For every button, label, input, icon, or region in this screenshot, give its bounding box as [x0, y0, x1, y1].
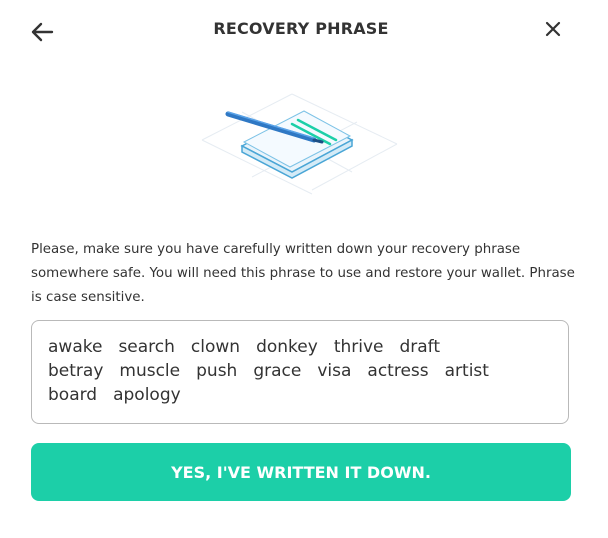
header: RECOVERY PHRASE: [0, 0, 608, 60]
phrase-word: awake: [48, 337, 103, 357]
phrase-word: draft: [399, 337, 441, 357]
phrase-word-list: awake search clown donkey thrive draft betray m…: [48, 335, 518, 407]
phrase-word: muscle: [119, 361, 181, 381]
phrase-word: board: [48, 385, 98, 405]
recovery-phrase-box[interactable]: awake search clown donkey thrive draft betray m…: [31, 320, 569, 424]
notepad-with-pen-icon: [201, 93, 398, 195]
instruction-text: Please, make sure you have carefully wri…: [31, 242, 575, 305]
phrase-word: apology: [113, 385, 181, 405]
confirm-written-button[interactable]: YES, I'VE WRITTEN IT DOWN.: [31, 443, 571, 501]
close-icon: [545, 21, 561, 37]
phrase-word: push: [196, 361, 238, 381]
illustration: [192, 82, 412, 202]
phrase-word: visa: [317, 361, 352, 381]
phrase-word: donkey: [256, 337, 318, 357]
phrase-word: betray: [48, 361, 104, 381]
phrase-word: clown: [190, 337, 241, 357]
phrase-word: grace: [253, 361, 302, 381]
phrase-word: actress: [367, 361, 429, 381]
close-button[interactable]: [540, 16, 566, 42]
phrase-word: artist: [444, 361, 489, 381]
phrase-word: search: [118, 337, 175, 357]
page-title: RECOVERY PHRASE: [213, 19, 389, 38]
phrase-word: thrive: [333, 337, 384, 357]
